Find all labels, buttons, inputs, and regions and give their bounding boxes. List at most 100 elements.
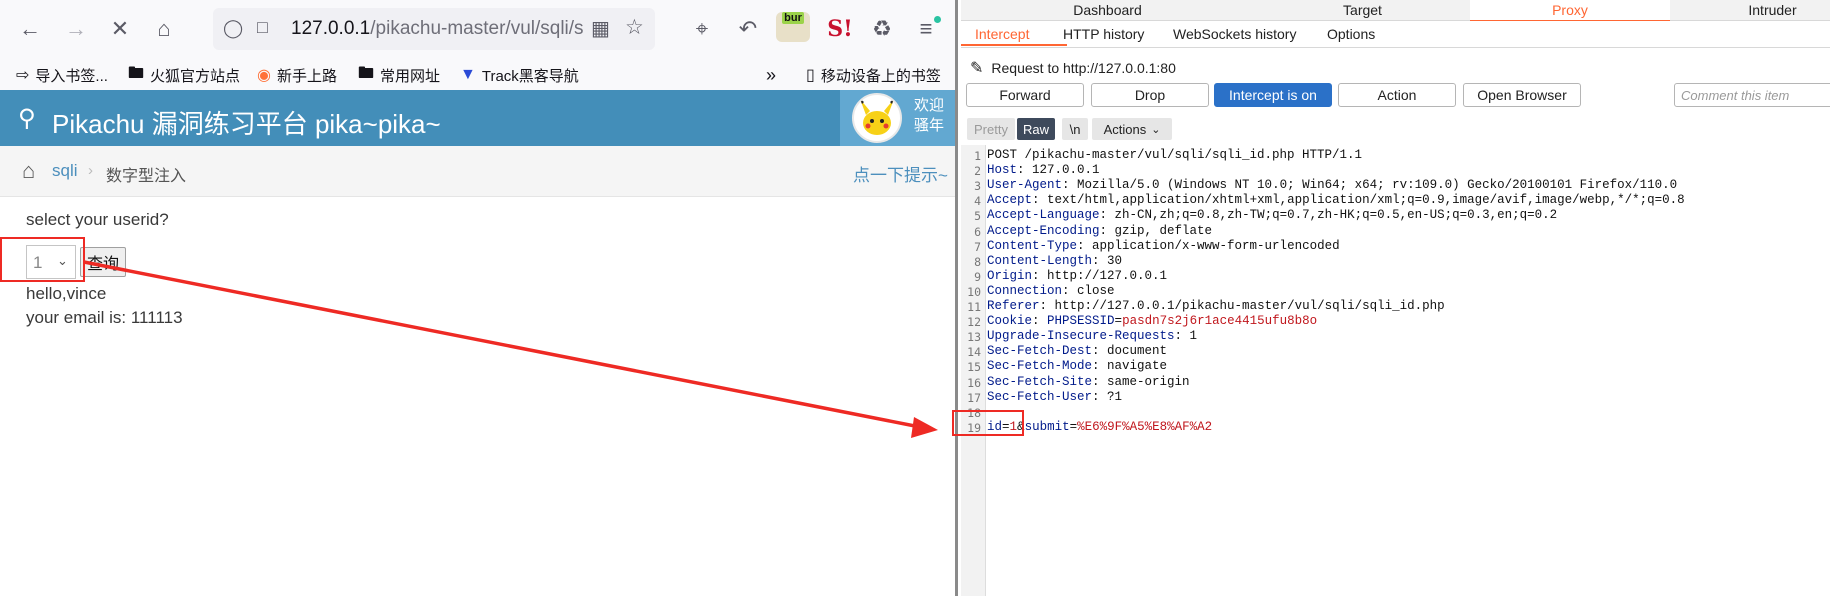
view-newline-toggle[interactable]: \n — [1062, 118, 1088, 140]
burp-extension-label: bur — [782, 12, 804, 24]
header-separator: : — [1092, 375, 1108, 389]
stop-icon[interactable]: ✕ — [102, 11, 138, 47]
extensions-icon[interactable]: ♻ — [864, 11, 900, 47]
home-icon[interactable]: ⌂ — [146, 11, 182, 47]
line-number: 10 — [967, 285, 981, 299]
bookmark-star-icon[interactable]: ☆ — [625, 15, 644, 40]
request-line: Origin: http://127.0.0.1 — [987, 269, 1167, 283]
annotation-box-select — [0, 237, 85, 282]
header-name: Sec-Fetch-Dest — [987, 344, 1093, 358]
request-line: Sec-Fetch-Mode: navigate — [987, 359, 1167, 373]
header-separator: : — [1017, 163, 1033, 177]
mobile-bookmarks[interactable]: ▯ 移动设备上的书签 — [806, 62, 941, 88]
tab-intercept[interactable]: Intercept — [975, 22, 1029, 46]
bookmark-getting-started[interactable]: ◉ 新手上路 — [257, 62, 337, 88]
back-icon[interactable]: ← — [12, 11, 48, 47]
key-icon: ⚲ — [18, 105, 36, 132]
forward-button[interactable]: Forward — [966, 83, 1084, 107]
header-separator: : — [1092, 359, 1108, 373]
line-number: 3 — [974, 179, 981, 193]
header-name: Sec-Fetch-Mode — [987, 359, 1093, 373]
drop-button[interactable]: Drop — [1091, 83, 1209, 107]
header-name: Upgrade-Insecure-Requests — [987, 329, 1175, 343]
home-icon[interactable]: ⌂ — [22, 158, 35, 184]
view-pretty-tab[interactable]: Pretty — [967, 118, 1015, 140]
header-separator: : — [1174, 329, 1190, 343]
chevron-down-icon: ⌄ — [1151, 123, 1161, 136]
tab-dashboard[interactable]: Dashboard — [1030, 0, 1185, 20]
request-line: POST /pikachu-master/vul/sqli/sqli_id.ph… — [987, 148, 1362, 162]
bookmark-firefox-site[interactable]: 🖿 火狐官方站点 — [128, 62, 240, 88]
welcome-name: 骚年 — [914, 117, 945, 134]
result-hello: hello,vince — [26, 284, 107, 303]
header-name: Connection — [987, 284, 1063, 298]
bookmark-track[interactable]: ▼ Track黑客导航 — [460, 62, 579, 88]
url-text[interactable]: 127.0.0.1/pikachu-master/vul/sqli/s — [291, 18, 591, 40]
tab-target[interactable]: Target — [1290, 0, 1435, 20]
hint-link[interactable]: 点一下提示~ — [853, 161, 948, 186]
header-separator: : — [1092, 344, 1108, 358]
undo-icon[interactable]: ↶ — [730, 11, 766, 47]
result-email: your email is: 111113 — [26, 308, 183, 327]
bookmark-import[interactable]: ⇨ 导入书签... — [16, 62, 108, 88]
cookie-equals: = — [1114, 314, 1123, 328]
annotation-box-body — [952, 410, 1024, 436]
site-title[interactable]: Pikachu 漏洞练习平台 pika~pika~ — [52, 104, 441, 141]
more-bookmarks-icon[interactable]: » — [766, 62, 776, 88]
welcome-line: 欢迎 — [914, 97, 945, 114]
forward-icon[interactable]: → — [58, 11, 94, 47]
tab-options[interactable]: Options — [1327, 22, 1375, 46]
folder-icon: 🖿 — [128, 64, 145, 82]
line-number: 15 — [967, 360, 981, 374]
view-raw-tab[interactable]: Raw — [1017, 118, 1055, 140]
request-line: Cookie: PHPSESSID=pasdn7s2j6r1ace4415ufu… — [987, 314, 1317, 328]
line-number: 13 — [967, 330, 981, 344]
shield-icon[interactable]: ◯ — [223, 18, 243, 39]
track-icon: ▼ — [460, 66, 476, 83]
header-separator: : — [1062, 178, 1078, 192]
header-separator: : — [1032, 193, 1048, 207]
s-extension-icon[interactable]: S! — [822, 11, 858, 47]
tab-intruder[interactable]: Intruder — [1720, 0, 1825, 20]
bookmark-label: 新手上路 — [276, 67, 337, 85]
action-button[interactable]: Action — [1338, 83, 1456, 107]
query-button[interactable]: 查询 — [80, 247, 126, 277]
url-bar[interactable]: ◯ □ 127.0.0.1/pikachu-master/vul/sqli/s … — [213, 8, 655, 50]
firefox-icon: ◉ — [257, 67, 271, 84]
tab-http-history[interactable]: HTTP history — [1063, 22, 1144, 46]
intercept-toggle-button[interactable]: Intercept is on — [1214, 83, 1332, 107]
tab-proxy[interactable]: Proxy — [1470, 0, 1670, 20]
header-name: Sec-Fetch-User — [987, 390, 1093, 404]
bookmark-common-sites[interactable]: 🖿 常用网址 — [358, 62, 440, 88]
request-line: Accept-Encoding: gzip, deflate — [987, 224, 1212, 238]
open-browser-button[interactable]: Open Browser — [1463, 83, 1581, 107]
burp-extension-icon[interactable]: bur — [776, 12, 810, 42]
view-actions-dropdown[interactable]: Actions ⌄ — [1092, 118, 1172, 140]
header-separator: : — [1099, 224, 1115, 238]
header-name: Content-Type — [987, 239, 1078, 253]
bookmark-label: 导入书签... — [35, 67, 108, 85]
header-name: Accept-Encoding — [987, 224, 1100, 238]
pencil-icon[interactable]: ✎ — [970, 58, 983, 78]
bookmark-label: 常用网址 — [380, 67, 441, 85]
request-line: Upgrade-Insecure-Requests: 1 — [987, 329, 1197, 343]
header-name: Cookie — [987, 314, 1033, 328]
qr-code-icon[interactable]: ▦ — [591, 16, 610, 41]
comment-input[interactable]: Comment this item — [1674, 83, 1830, 107]
line-number: 17 — [967, 391, 981, 405]
crop-icon[interactable]: ⌖ — [684, 11, 720, 47]
header-value: gzip, deflate — [1114, 224, 1213, 238]
line-number: 5 — [974, 209, 981, 223]
line-number: 2 — [974, 164, 981, 178]
breadcrumb-current: 数字型注入 — [106, 168, 187, 185]
line-number: 14 — [967, 345, 981, 359]
request-line: User-Agent: Mozilla/5.0 (Windows NT 10.0… — [987, 178, 1677, 192]
header-value: application/x-www-form-urlencoded — [1092, 239, 1340, 253]
header-separator: : — [1099, 208, 1115, 222]
line-number: 9 — [974, 270, 981, 284]
request-line: Connection: close — [987, 284, 1115, 298]
tab-websockets-history[interactable]: WebSockets history — [1173, 22, 1296, 46]
request-line: Sec-Fetch-User: ?1 — [987, 390, 1122, 404]
breadcrumb-sqli-link[interactable]: sqli — [52, 161, 78, 181]
intercept-tab-underline — [961, 44, 1067, 46]
